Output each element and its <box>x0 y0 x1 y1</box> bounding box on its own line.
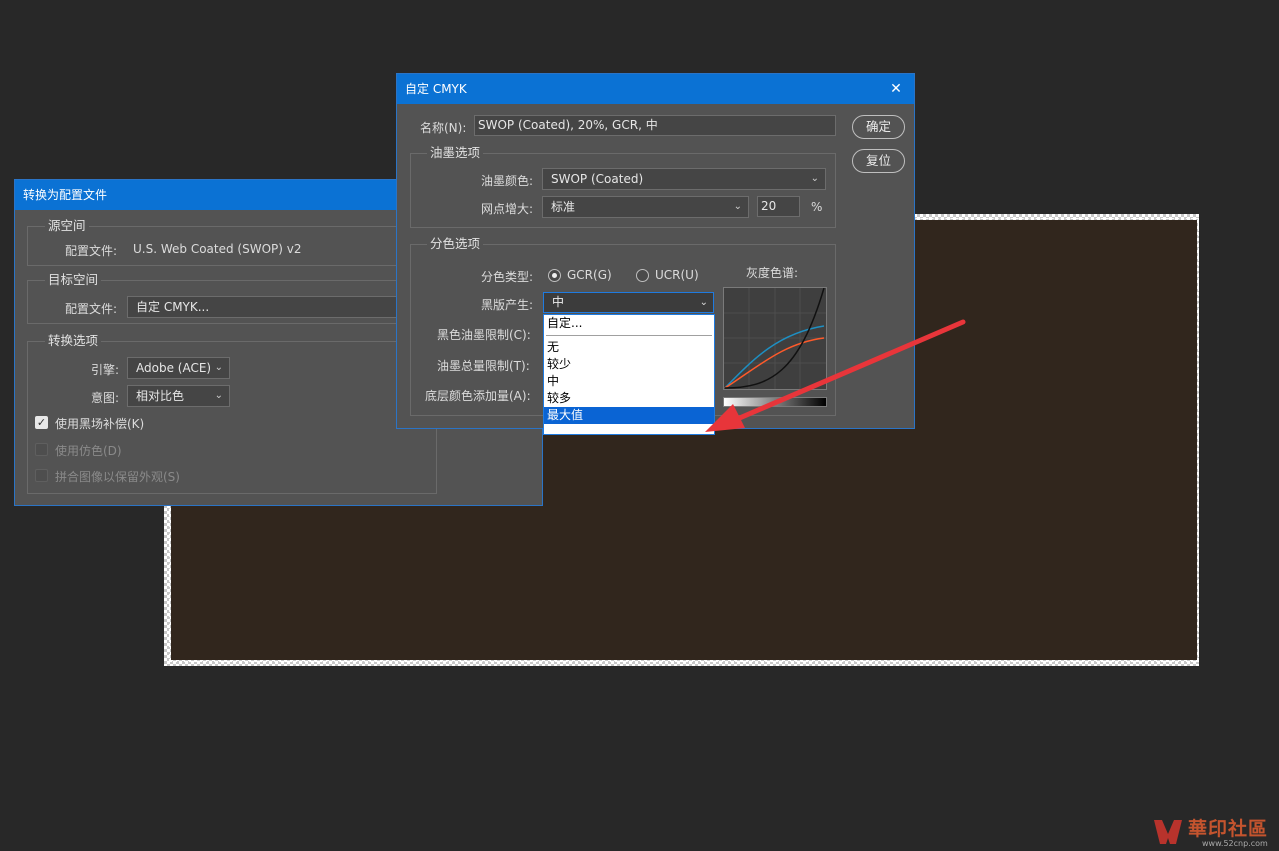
watermark-text: 華印社區 <box>1188 818 1269 840</box>
watermark-logo: 華印社區 www.52cnp.com <box>1150 812 1279 851</box>
watermark-url: www.52cnp.com <box>1202 839 1268 848</box>
red-arrow-annotation <box>705 319 966 432</box>
